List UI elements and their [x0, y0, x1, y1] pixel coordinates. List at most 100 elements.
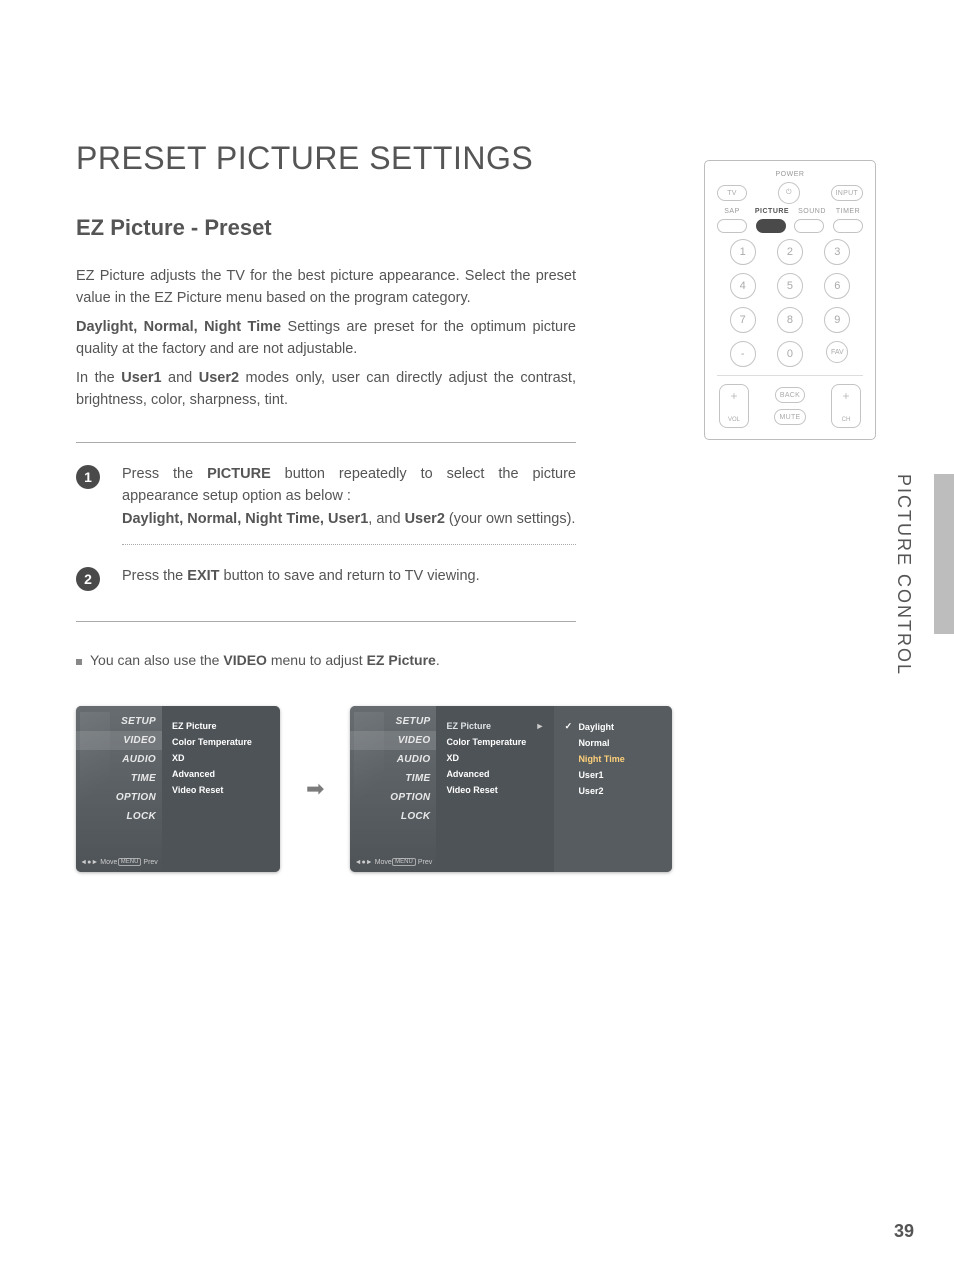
- osd2-val-user2: User2: [564, 783, 662, 799]
- arrow-right-icon: ➡: [306, 776, 324, 802]
- step-1-badge: 1: [76, 465, 100, 489]
- remote-tv-button: TV: [717, 185, 747, 201]
- intro-p2: Daylight, Normal, Night Time Settings ar…: [76, 316, 576, 361]
- remote-timer-button: [833, 219, 863, 233]
- osd1-body: EZ Picture Color Temperature XD Advanced…: [162, 706, 280, 872]
- osd1-nav: SETUP VIDEO AUDIO TIME OPTION LOCK ◄●► M…: [76, 706, 162, 872]
- remote-mute-button: MUTE: [774, 409, 805, 425]
- osd1-nav-lock: LOCK: [76, 807, 162, 826]
- side-tab: [934, 474, 954, 634]
- intro-p3-user2: User2: [199, 370, 239, 386]
- intro-p3-mid: and: [162, 370, 199, 386]
- osd1-nav-video: VIDEO: [76, 731, 162, 750]
- remote-row-top: TV ⏻ INPUT: [717, 182, 863, 204]
- remote-sound-label: SOUND: [797, 208, 827, 215]
- osd2-val-daylight: ✓Daylight: [564, 718, 662, 735]
- remote-power-label: POWER: [717, 171, 863, 178]
- remote-row-ovals: [717, 219, 863, 233]
- step1-list-mid: , and: [368, 511, 404, 527]
- osd2-nav: SETUP VIDEO AUDIO TIME OPTION LOCK ◄●► M…: [350, 706, 436, 872]
- remote-num-1: 1: [730, 239, 756, 265]
- remote-divider: [717, 375, 863, 376]
- step1-picture-bold: PICTURE: [207, 466, 271, 482]
- osd1-foot-prev: MENU Prev: [118, 858, 158, 866]
- osd1-nav-setup: SETUP: [76, 712, 162, 731]
- intro-block: EZ Picture adjusts the TV for the best p…: [76, 265, 576, 412]
- step2-a: Press the: [122, 568, 187, 584]
- osd1-item-colortemp: Color Temperature: [172, 734, 270, 750]
- remote-vol-rocker: + VOL: [719, 384, 749, 428]
- osd1-item-ezpicture: EZ Picture: [172, 718, 270, 734]
- osd2-nav-video: VIDEO: [350, 731, 436, 750]
- osd2-values: ✓Daylight Normal Night Time User1 User2: [554, 706, 672, 872]
- osd2-item-ezpicture: EZ Picture►: [446, 718, 544, 734]
- checkmark-icon: ✓: [564, 721, 572, 732]
- osd2-item-colortemp: Color Temperature: [446, 734, 544, 750]
- osd2-item-xd: XD: [446, 750, 544, 766]
- plus-icon: +: [842, 389, 849, 403]
- remote-picture-button: [756, 219, 786, 233]
- remote-number-grid: 1 2 3 4 5 6 7 8 9 - 0 FAV: [723, 239, 857, 367]
- remote-input-button: INPUT: [831, 185, 864, 201]
- remote-num-2: 2: [777, 239, 803, 265]
- remote-num-6: 6: [824, 273, 850, 299]
- osd2-nav-option: OPTION: [350, 788, 436, 807]
- remote-num-9: 9: [824, 307, 850, 333]
- remote-back-button: BACK: [775, 387, 805, 403]
- osd1-nav-time: TIME: [76, 769, 162, 788]
- intro-p3-user1: User1: [121, 370, 161, 386]
- intro-p3-a: In the: [76, 370, 121, 386]
- osd2-nav-setup: SETUP: [350, 712, 436, 731]
- remote-illustration: POWER TV ⏻ INPUT SAP PICTURE SOUND TIMER…: [704, 160, 876, 440]
- step1-tail: (your own settings).: [445, 511, 576, 527]
- step2-exit-bold: EXIT: [187, 568, 219, 584]
- osd-panel-1: SETUP VIDEO AUDIO TIME OPTION LOCK ◄●► M…: [76, 706, 280, 872]
- intro-p1: EZ Picture adjusts the TV for the best p…: [76, 265, 576, 310]
- note-e: .: [436, 652, 440, 668]
- remote-vol-label: VOL: [728, 417, 740, 423]
- step-2: 2 Press the EXIT button to save and retu…: [76, 565, 878, 591]
- step-1-text: Press the PICTURE button repeatedly to s…: [122, 463, 576, 530]
- osd2-item-videoreset: Video Reset: [446, 782, 544, 798]
- remote-sap-button: [717, 219, 747, 233]
- note-c: menu to adjust: [267, 652, 367, 668]
- osd2-nav-time: TIME: [350, 769, 436, 788]
- osd2-foot: ◄●► Move MENU Prev: [350, 852, 436, 872]
- page-number: 39: [894, 1221, 914, 1242]
- remote-num-8: 8: [777, 307, 803, 333]
- osd2-body: EZ Picture► Color Temperature XD Advance…: [436, 706, 554, 872]
- remote-rocker-row: + VOL BACK MUTE + CH: [717, 384, 863, 428]
- note-video-bold: VIDEO: [223, 652, 267, 668]
- note-a: You can also use the: [90, 652, 223, 668]
- osd-panel-2: SETUP VIDEO AUDIO TIME OPTION LOCK ◄●► M…: [350, 706, 672, 872]
- note-ezpicture-bold: EZ Picture: [367, 652, 436, 668]
- osd-row: SETUP VIDEO AUDIO TIME OPTION LOCK ◄●► M…: [76, 706, 878, 872]
- osd1-nav-option: OPTION: [76, 788, 162, 807]
- plus-icon: +: [730, 389, 737, 403]
- step2-c: button to save and return to TV viewing.: [220, 568, 480, 584]
- osd1-foot: ◄●► Move MENU Prev: [76, 852, 162, 872]
- remote-sound-button: [794, 219, 824, 233]
- remote-power-button: ⏻: [778, 182, 800, 204]
- step1-list-bold: Daylight, Normal, Night Time, User1: [122, 511, 368, 527]
- bullet-square-icon: [76, 659, 82, 665]
- osd2-val-normal: Normal: [564, 735, 662, 751]
- osd1-item-advanced: Advanced: [172, 766, 270, 782]
- osd1-item-videoreset: Video Reset: [172, 782, 270, 798]
- remote-sap-label: SAP: [717, 208, 747, 215]
- remote-ch-rocker: + CH: [831, 384, 861, 428]
- remote-num-3: 3: [824, 239, 850, 265]
- osd2-val-user1: User1: [564, 767, 662, 783]
- intro-p2-bold: Daylight, Normal, Night Time: [76, 319, 281, 335]
- remote-picture-label: PICTURE: [753, 208, 791, 215]
- remote-row-labels: SAP PICTURE SOUND TIMER: [717, 208, 863, 215]
- osd2-foot-move: ◄●► Move: [355, 858, 392, 866]
- osd1-nav-audio: AUDIO: [76, 750, 162, 769]
- intro-p3: In the User1 and User2 modes only, user …: [76, 367, 576, 412]
- remote-num-dash: -: [730, 341, 756, 367]
- osd2-val-nighttime: Night Time: [564, 751, 662, 767]
- osd1-item-xd: XD: [172, 750, 270, 766]
- remote-timer-label: TIMER: [833, 208, 863, 215]
- remote-ch-label: CH: [842, 417, 851, 423]
- osd2-item-advanced: Advanced: [446, 766, 544, 782]
